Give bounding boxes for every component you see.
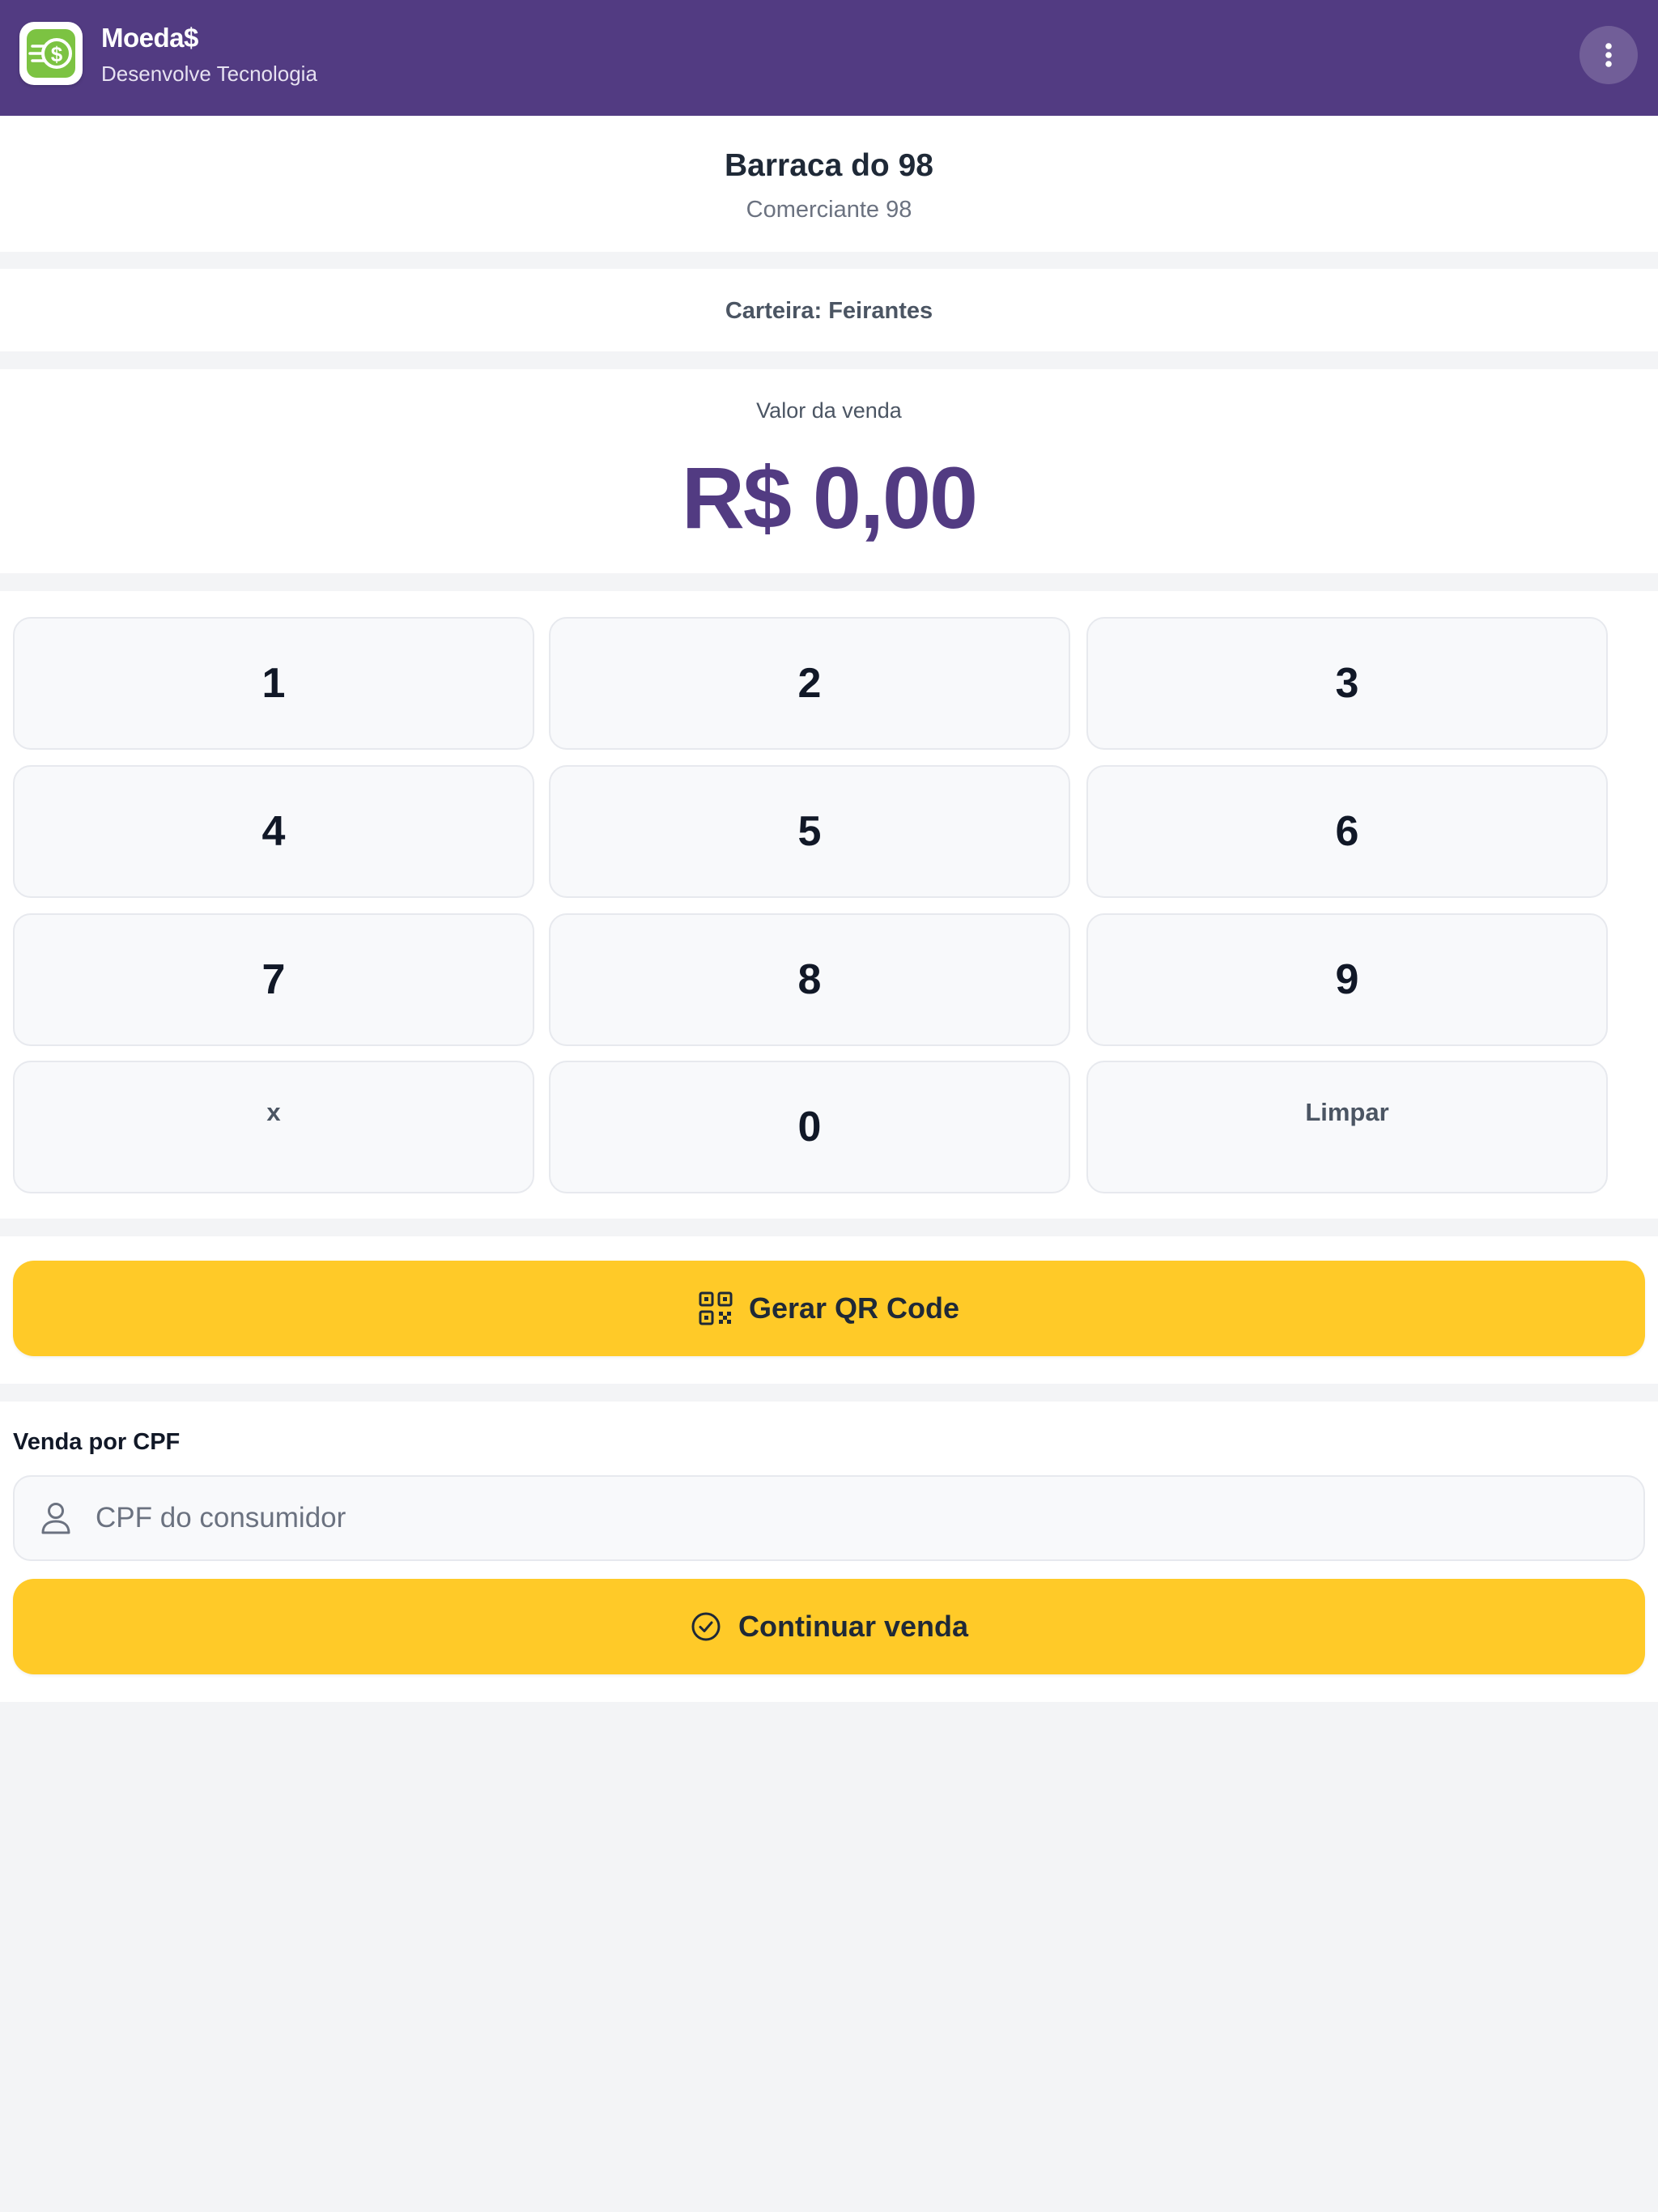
key-backspace[interactable]: x [13,1061,534,1193]
app-subtitle: Desenvolve Tecnologia [101,62,317,86]
cpf-sale-section: Venda por CPF Continuar venda [0,1402,1658,1702]
merchant-name: Barraca do 98 [725,148,933,183]
sale-value-card: Valor da venda R$ 0,00 [0,369,1658,573]
key-3[interactable]: 3 [1086,617,1608,750]
key-clear[interactable]: Limpar [1086,1061,1608,1193]
continue-sale-label: Continuar venda [738,1610,969,1643]
key-5[interactable]: 5 [549,765,1070,898]
app-title: Moeda$ [101,23,198,53]
continue-sale-button[interactable]: Continuar venda [13,1579,1645,1674]
generate-qr-code-button[interactable]: Gerar QR Code [13,1261,1645,1356]
numeric-keypad: 1 2 3 4 5 6 7 8 9 x 0 Limpar [0,591,1658,1219]
generate-qr-code-label: Gerar QR Code [748,1291,960,1325]
wallet-label: Carteira: Feirantes [725,298,933,324]
check-circle-icon [691,1612,721,1641]
cpf-input[interactable] [96,1477,1618,1559]
qr-section: Gerar QR Code [0,1236,1658,1384]
cpf-section-label: Venda por CPF [13,1429,181,1455]
user-icon [41,1503,70,1534]
key-8[interactable]: 8 [549,913,1070,1046]
merchant-subtitle: Comerciante 98 [746,197,912,223]
sale-value-label: Valor da venda [756,398,902,423]
dollar-coin-icon: $ [27,29,75,78]
sale-value-amount: R$ 0,00 [681,449,978,547]
key-0[interactable]: 0 [549,1061,1070,1193]
merchant-card: Barraca do 98 Comerciante 98 [0,116,1658,252]
qr-code-icon [699,1291,733,1325]
key-2[interactable]: 2 [549,617,1070,750]
key-7[interactable]: 7 [13,913,534,1046]
more-vertical-icon [1605,43,1612,67]
wallet-card: Carteira: Feirantes [0,269,1658,351]
key-6[interactable]: 6 [1086,765,1608,898]
more-options-button[interactable] [1579,26,1638,84]
app-header: $ Moeda$ Desenvolve Tecnologia [0,0,1658,116]
svg-text:$: $ [51,42,63,66]
key-9[interactable]: 9 [1086,913,1608,1046]
key-4[interactable]: 4 [13,765,534,898]
cpf-field-container [13,1475,1645,1561]
key-1[interactable]: 1 [13,617,534,750]
app-logo: $ [19,22,83,85]
